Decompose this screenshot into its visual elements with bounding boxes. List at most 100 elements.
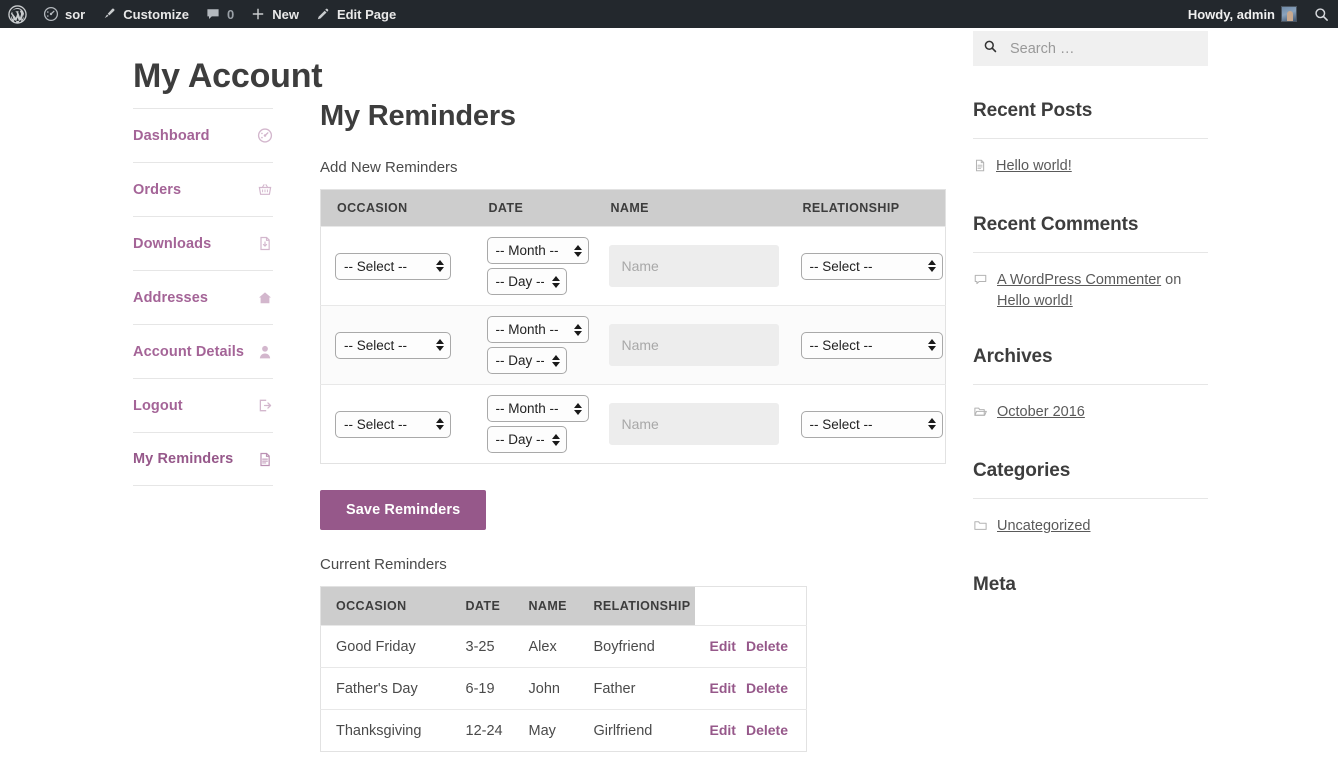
archive-link[interactable]: October 2016 [997, 402, 1085, 423]
speedometer-icon [257, 128, 273, 144]
edit-link[interactable]: Edit [710, 680, 736, 696]
edit-link[interactable]: Edit [710, 722, 736, 738]
comment-on-word: on [1165, 272, 1182, 289]
comments-count: 0 [226, 6, 235, 22]
comment-bubble-icon [973, 272, 988, 294]
month-select[interactable]: -- Month -- [486, 237, 589, 264]
day-select[interactable]: -- Day -- [486, 268, 567, 295]
widget-list: October 2016 [973, 385, 1208, 426]
comment-author-link[interactable]: A WordPress Commenter [997, 272, 1161, 288]
cell-name: John [513, 667, 579, 710]
comment-text: A WordPress Commenter on Hello world! [997, 270, 1208, 312]
search-icon [1313, 6, 1330, 23]
plus-icon [250, 6, 266, 22]
category-link[interactable]: Uncategorized [997, 516, 1091, 537]
comments-menu[interactable]: 0 [197, 0, 242, 28]
relationship-select[interactable]: -- Select -- [800, 331, 943, 359]
relationship-select[interactable]: -- Select -- [800, 252, 943, 280]
day-select-wrap: -- Day -- [486, 347, 567, 374]
sidebar-item-downloads[interactable]: Downloads [133, 216, 273, 270]
occasion-select[interactable]: -- Select -- [335, 252, 451, 280]
delete-link[interactable]: Delete [746, 722, 788, 738]
sidebar-item-label: Orders [133, 181, 182, 198]
sidebar-item-label: Account Details [133, 343, 245, 360]
widget-list: A WordPress Commenter on Hello world! [973, 253, 1208, 312]
edit-page-link[interactable]: Edit Page [307, 0, 404, 28]
current-reminders-table-body: Good Friday 3-25 Alex Boyfriend Edit Dele… [320, 625, 807, 752]
sidebar-item-account-details[interactable]: Account Details [133, 324, 273, 378]
column-header-relationship: RELATIONSHIP [786, 189, 946, 227]
month-select-wrap: -- Month -- [486, 237, 589, 264]
add-reminders-table-head: OCCASION DATE NAME RELATIONSHIP [320, 189, 946, 227]
cell-date: 6-19 [450, 667, 514, 710]
page-body: My Account Dashboard Orders Downloads Ad… [0, 28, 1338, 764]
occasion-select[interactable]: -- Select -- [335, 410, 451, 438]
customize-menu[interactable]: Customize [93, 0, 197, 28]
home-icon [257, 290, 273, 306]
current-reminders-label: Current Reminders [320, 556, 447, 573]
cell-relationship: -- Select -- [786, 226, 946, 306]
sidebar-item-dashboard[interactable]: Dashboard [133, 108, 273, 162]
search-input[interactable] [1008, 39, 1198, 58]
sidebar-item-addresses[interactable]: Addresses [133, 270, 273, 324]
sidebar-item-my-reminders[interactable]: My Reminders [133, 432, 273, 486]
site-name-menu[interactable]: sor [35, 0, 93, 28]
name-input[interactable] [608, 324, 779, 366]
widget-title: Recent Comments [973, 214, 1139, 236]
add-reminders-table: OCCASION DATE NAME RELATIONSHIP -- Selec… [320, 189, 946, 464]
my-account-menu[interactable]: Howdy, admin [1180, 0, 1305, 28]
sidebar-item-label: My Reminders [133, 451, 234, 467]
site-name-label: sor [65, 6, 86, 22]
adminbar-search-button[interactable] [1305, 0, 1338, 28]
table-row: Father's Day 6-19 John Father Edit Delete [320, 667, 807, 710]
cell-date: 12-24 [450, 709, 514, 752]
delete-link[interactable]: Delete [746, 680, 788, 696]
sidebar-item-orders[interactable]: Orders [133, 162, 273, 216]
recent-post-link[interactable]: Hello world! [996, 156, 1072, 177]
cell-name: May [513, 709, 579, 752]
cell-relationship: -- Select -- [786, 384, 946, 464]
main-content: My Account Dashboard Orders Downloads Ad… [0, 28, 960, 764]
table-row: Good Friday 3-25 Alex Boyfriend Edit Dele… [320, 625, 807, 668]
edit-link[interactable]: Edit [710, 638, 736, 654]
column-header-date: DATE [472, 189, 595, 227]
widget-title: Categories [973, 460, 1071, 482]
month-select[interactable]: -- Month -- [486, 316, 589, 343]
column-header-date: DATE [450, 586, 514, 626]
relationship-select-wrap: -- Select -- [800, 410, 943, 438]
save-reminders-button[interactable]: Save Reminders [320, 490, 487, 530]
new-content-menu[interactable]: New [242, 0, 307, 28]
paintbrush-icon [101, 6, 117, 22]
occasion-select-wrap: -- Select -- [335, 331, 451, 359]
table-row: -- Select -- -- Month -- -- Day -- Name … [320, 384, 946, 464]
sidebar-item-logout[interactable]: Logout [133, 378, 273, 432]
wp-logo-menu[interactable] [0, 0, 35, 28]
wp-admin-bar: sor Customize 0 New Edit Page Howdy, adm… [0, 0, 1338, 28]
person-icon [257, 344, 273, 360]
name-input[interactable] [608, 245, 779, 287]
occasion-select[interactable]: -- Select -- [335, 331, 451, 359]
howdy-label: Howdy, admin [1187, 6, 1275, 22]
cell-relationship: Father [578, 667, 695, 710]
widget-categories: Categories Uncategorized [973, 460, 1208, 540]
cell-occasion: -- Select -- [320, 384, 473, 464]
widget-meta: Meta [973, 574, 1208, 596]
list-item: October 2016 [973, 385, 1208, 426]
day-select[interactable]: -- Day -- [486, 426, 567, 453]
cell-actions: Edit Delete [694, 709, 807, 752]
widget-archives: Archives October 2016 [973, 346, 1208, 426]
day-select[interactable]: -- Day -- [486, 347, 567, 374]
day-select-wrap: -- Day -- [486, 268, 567, 295]
sidebar-item-label: Logout [133, 397, 183, 414]
search-widget [973, 31, 1208, 66]
table-row: -- Select -- -- Month -- -- Day -- Name … [320, 226, 946, 306]
cell-date: -- Month -- -- Day -- [472, 226, 595, 306]
comment-post-link[interactable]: Hello world! [997, 293, 1073, 309]
relationship-select[interactable]: -- Select -- [800, 410, 943, 438]
open-folder-icon [973, 404, 988, 426]
delete-link[interactable]: Delete [746, 638, 788, 654]
current-reminders-table: OCCASION DATE NAME RELATIONSHIP Good Fri… [320, 586, 807, 752]
month-select[interactable]: -- Month -- [486, 395, 589, 422]
name-input[interactable] [608, 403, 779, 445]
dashboard-speedometer-icon [43, 6, 59, 22]
